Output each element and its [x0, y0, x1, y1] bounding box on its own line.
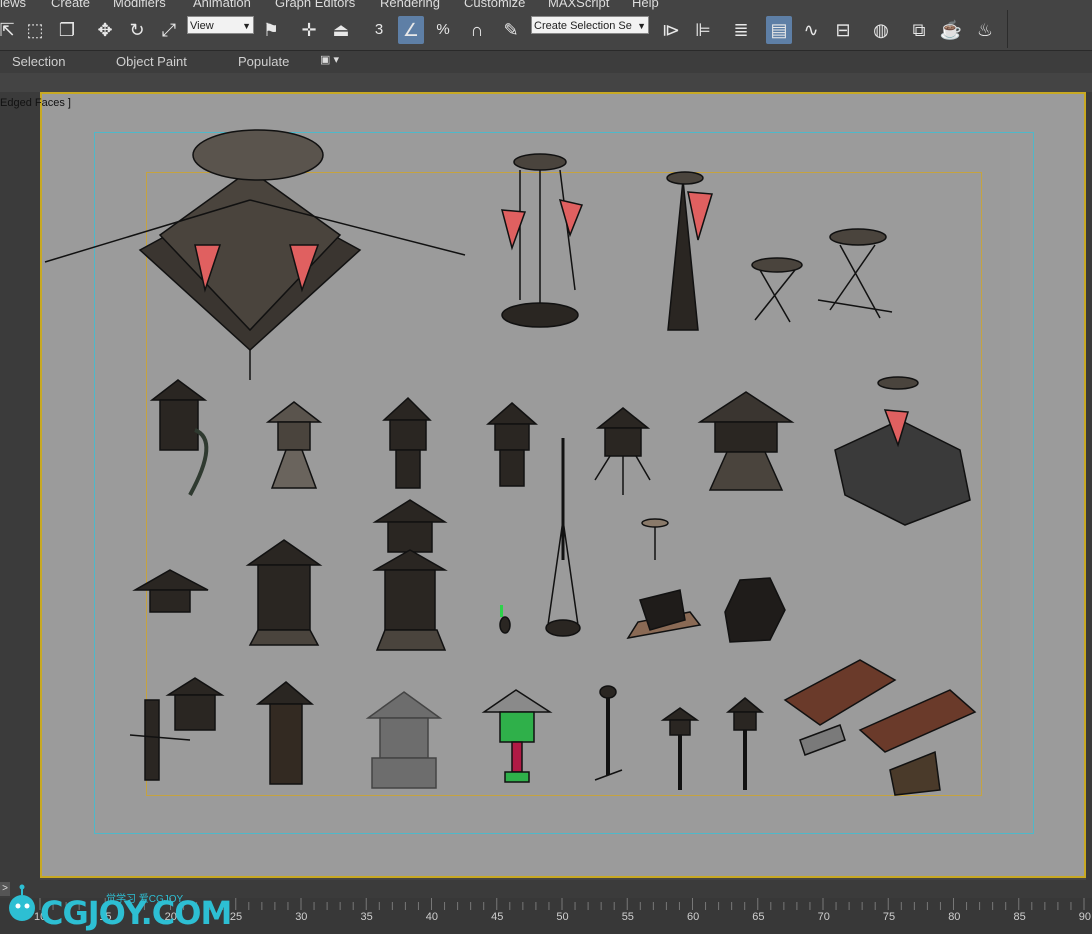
- model-brazier-pole[interactable]: [501, 153, 584, 328]
- model-lantern-green-red[interactable]: [481, 689, 553, 783]
- model-altar-pyramid[interactable]: [44, 129, 466, 380]
- model-crystal-rock-cluster[interactable]: [834, 376, 971, 526]
- trackbar-frame-label: 35: [360, 911, 373, 923]
- trackbar-frame-label: 80: [948, 911, 961, 923]
- model-lantern-curved[interactable]: [149, 379, 209, 496]
- model-lantern-tripod[interactable]: [594, 407, 651, 495]
- model-lantern-stone-3[interactable]: [486, 402, 538, 487]
- model-lamp-pillar[interactable]: [255, 681, 315, 785]
- model-lantern-tall-2[interactable]: [372, 499, 448, 651]
- model-lamp-post-arch[interactable]: [129, 677, 225, 781]
- model-lantern-gray[interactable]: [365, 691, 443, 789]
- model-pavilion-shrine[interactable]: [697, 391, 795, 491]
- model-cone-tower[interactable]: [666, 171, 713, 331]
- trackbar-frame-label: 40: [425, 911, 439, 923]
- model-street-lamp-2[interactable]: [660, 707, 700, 790]
- model-bowl-stand-small[interactable]: [751, 257, 803, 323]
- trackbar-frame-label: 50: [556, 911, 569, 923]
- trackbar-frame-label: 25: [229, 911, 243, 923]
- model-bowl-stand-large[interactable]: [817, 228, 893, 319]
- trackbar-frame-label: 65: [752, 911, 765, 923]
- trackbar-frame-label: 60: [687, 911, 700, 923]
- model-lantern-tall-1[interactable]: [245, 539, 323, 646]
- trackbar-frame-label: 90: [1078, 911, 1092, 923]
- trackbar-frame-label: 85: [1013, 911, 1026, 923]
- trackbar-frame-label: 30: [295, 911, 308, 923]
- trackbar-frame-label: 70: [817, 911, 830, 923]
- model-green-candle[interactable]: [499, 605, 511, 634]
- scene-models: [44, 129, 977, 796]
- model-hanging-chain[interactable]: [545, 438, 581, 637]
- model-banquet-tables[interactable]: [783, 659, 977, 796]
- model-lantern-stone-2[interactable]: [382, 396, 432, 489]
- trackbar-frame-label: 55: [621, 911, 634, 923]
- model-street-lamp-1[interactable]: [594, 685, 623, 781]
- watermark-subtitle: 觉学习 爱CGJOY: [106, 894, 184, 905]
- model-lantern-small[interactable]: [132, 569, 209, 613]
- model-street-lamp-3[interactable]: [725, 697, 765, 790]
- model-horse-rider-statue[interactable]: [626, 518, 702, 640]
- trackbar-frame-label: 45: [491, 911, 504, 923]
- model-lantern-stone-1[interactable]: [265, 401, 323, 489]
- model-dark-figures[interactable]: [724, 577, 786, 643]
- trackbar-frame-label: 75: [882, 911, 896, 923]
